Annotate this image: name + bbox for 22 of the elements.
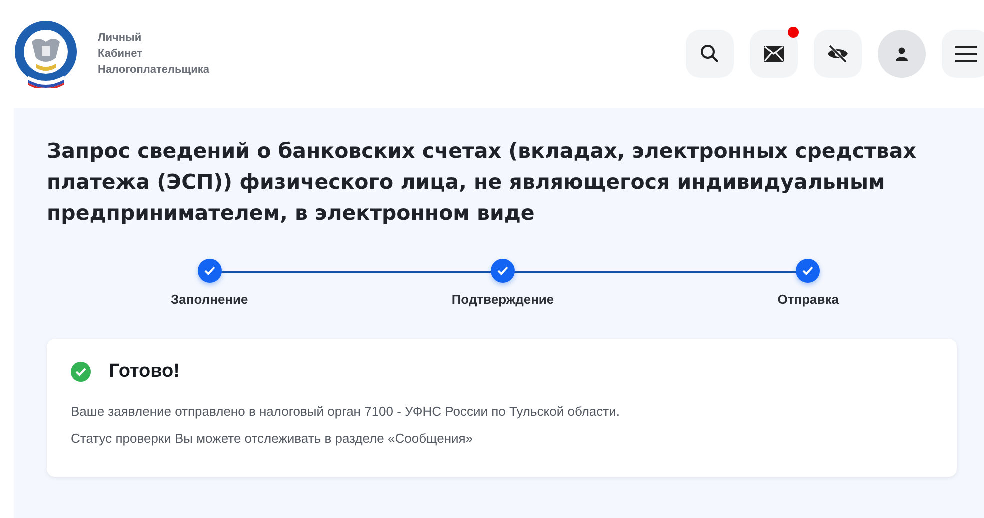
brand-text: Налогоплательщика bbox=[98, 63, 210, 78]
search-icon bbox=[700, 44, 720, 64]
menu-icon bbox=[955, 46, 977, 62]
eye-crossed-icon bbox=[827, 44, 849, 64]
brand-text: Кабинет bbox=[98, 47, 144, 62]
result-message: Статус проверки Вы можете отслеживать в разделе «Сообщения» bbox=[71, 430, 474, 448]
messages-button[interactable] bbox=[750, 30, 798, 78]
brand-text: Личный bbox=[98, 31, 143, 46]
step-label: Подтверждение bbox=[452, 292, 554, 307]
search-button[interactable] bbox=[686, 30, 734, 78]
success-check-icon bbox=[71, 362, 91, 382]
emblem-logo bbox=[14, 20, 78, 88]
menu-button[interactable] bbox=[942, 30, 984, 78]
user-icon bbox=[895, 47, 909, 61]
step-label: Отправка bbox=[778, 292, 839, 307]
step-label: Заполнение bbox=[171, 292, 248, 307]
envelope-icon bbox=[764, 46, 784, 62]
visibility-button[interactable] bbox=[814, 30, 862, 78]
result-message: Ваше заявление отправлено в налоговый орган 7100 - УФНС России по Тульской области. bbox=[71, 403, 621, 421]
result-heading: Готово! bbox=[109, 361, 180, 383]
profile-button[interactable] bbox=[878, 30, 926, 78]
page-title: Запрос сведений о банковских счетах (вкладах, электронных средствах платежа (ЭСП)) физического лица, не являющегося индивидуальным предпринимателем, в электронном виде bbox=[47, 138, 918, 227]
